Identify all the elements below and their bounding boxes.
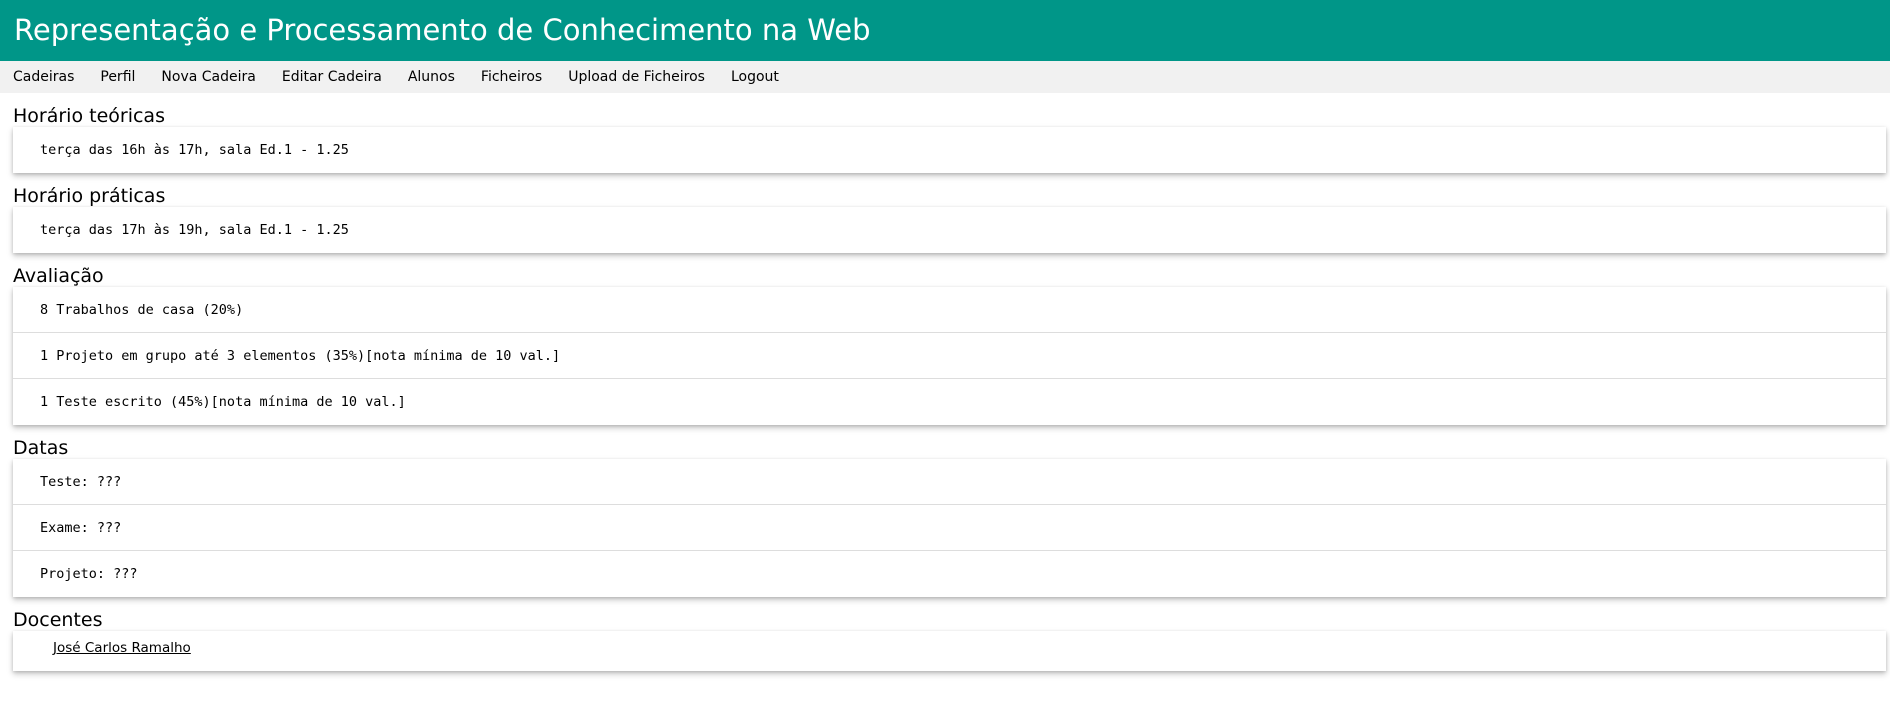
- list-item: José Carlos Ramalho: [13, 631, 1886, 671]
- list-item: Teste: ???: [13, 459, 1886, 505]
- nav-nova-cadeira[interactable]: Nova Cadeira: [148, 61, 268, 93]
- teoricas-list: terça das 16h às 17h, sala Ed.1 - 1.25: [13, 127, 1886, 173]
- nav-logout[interactable]: Logout: [718, 61, 792, 93]
- main-content: Horário teóricas terça das 16h às 17h, s…: [0, 93, 1890, 671]
- list-item: Exame: ???: [13, 505, 1886, 551]
- list-item: 1 Teste escrito (45%)[nota mínima de 10 …: [40, 394, 406, 410]
- page-title: Representação e Processamento de Conheci…: [14, 13, 871, 47]
- section-title-datas: Datas: [13, 437, 69, 459]
- nav-editar-cadeira[interactable]: Editar Cadeira: [269, 61, 395, 93]
- praticas-list: terça das 17h às 19h, sala Ed.1 - 1.25: [13, 207, 1886, 253]
- list-item: 8 Trabalhos de casa (20%): [13, 287, 1886, 333]
- top-navbar: Cadeiras Perfil Nova Cadeira Editar Cade…: [0, 61, 1890, 93]
- docente-link[interactable]: José Carlos Ramalho: [53, 640, 191, 656]
- nav-cadeiras[interactable]: Cadeiras: [0, 61, 87, 93]
- section-title-docentes: Docentes: [13, 609, 103, 631]
- section-title-avaliacao: Avaliação: [13, 265, 104, 287]
- list-item: Projeto: ???: [40, 566, 138, 582]
- nav-ficheiros[interactable]: Ficheiros: [468, 61, 555, 93]
- list-item: 1 Projeto em grupo até 3 elementos (35%)…: [13, 333, 1886, 379]
- datas-list: Teste: ??? Exame: ??? Projeto: ???: [13, 459, 1886, 597]
- nav-perfil[interactable]: Perfil: [87, 61, 148, 93]
- docentes-list: José Carlos Ramalho: [13, 631, 1886, 671]
- list-item: terça das 16h às 17h, sala Ed.1 - 1.25: [40, 142, 349, 158]
- app-header: Representação e Processamento de Conheci…: [0, 0, 1890, 61]
- avaliacao-list: 8 Trabalhos de casa (20%) 1 Projeto em g…: [13, 287, 1886, 425]
- nav-upload-ficheiros[interactable]: Upload de Ficheiros: [555, 61, 718, 93]
- section-title-praticas: Horário práticas: [13, 185, 166, 207]
- section-title-teoricas: Horário teóricas: [13, 105, 165, 127]
- list-item: terça das 17h às 19h, sala Ed.1 - 1.25: [40, 222, 349, 238]
- nav-alunos[interactable]: Alunos: [395, 61, 468, 93]
